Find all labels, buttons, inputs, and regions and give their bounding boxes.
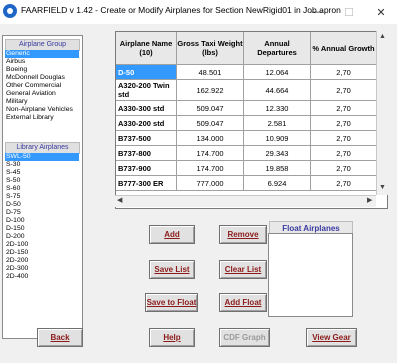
library-airplane-item[interactable]: S-45 [5, 169, 79, 177]
library-airplane-item[interactable]: D-150 [5, 225, 79, 233]
table-cell-departures[interactable]: 12.330 [244, 101, 311, 116]
airplane-group-item[interactable]: Boeing [5, 66, 79, 74]
column-header: % Annual Growth [311, 32, 377, 65]
airplane-group-item[interactable]: Military [5, 98, 79, 106]
library-airplane-item[interactable]: D-200 [5, 233, 79, 241]
close-button[interactable]: ✕ [365, 0, 397, 24]
save-list-button[interactable]: Save List [149, 260, 195, 279]
library-airplane-item[interactable]: S-75 [5, 193, 79, 201]
table-row-name[interactable]: A320-200 Twin std [116, 80, 177, 101]
airplane-group-item[interactable]: External Library [5, 114, 79, 122]
table-cell-growth[interactable]: 2,70 [311, 146, 377, 161]
table-cell-departures[interactable]: 12.064 [244, 65, 311, 80]
view-gear-button[interactable]: View Gear [306, 328, 357, 347]
remove-button[interactable]: Remove [219, 225, 267, 244]
table-row-name[interactable]: D-50 [116, 65, 177, 80]
scroll-right-icon[interactable]: ▶ [367, 197, 372, 205]
library-airplane-item[interactable]: D-50 [5, 201, 79, 209]
table-cell-departures[interactable]: 2.581 [244, 116, 311, 131]
float-airplanes-list[interactable] [268, 233, 353, 317]
table-cell-weight[interactable]: 509.047 [177, 116, 244, 131]
table-cell-weight[interactable]: 162.922 [177, 80, 244, 101]
table-cell-growth[interactable]: 2,70 [311, 116, 377, 131]
clear-list-button[interactable]: Clear List [219, 260, 267, 279]
table-vertical-scrollbar[interactable]: ▲ ▼ [376, 31, 388, 195]
table-horizontal-scrollbar[interactable]: ◀ ▶ [115, 195, 376, 207]
table-cell-weight[interactable]: 509.047 [177, 101, 244, 116]
column-header: Gross Taxi Weight (lbs) [177, 32, 244, 65]
help-button[interactable]: Help [149, 328, 195, 347]
add-button[interactable]: Add [149, 225, 195, 244]
library-airplane-item[interactable]: 2D-300 [5, 265, 79, 273]
table-cell-growth[interactable]: 2,70 [311, 131, 377, 146]
airplane-group-item[interactable]: McDonnell Douglas [5, 74, 79, 82]
airplane-group-item[interactable]: General Aviation [5, 90, 79, 98]
table-cell-departures[interactable]: 29.343 [244, 146, 311, 161]
table-cell-departures[interactable]: 19.858 [244, 161, 311, 176]
table-cell-weight[interactable]: 134.000 [177, 131, 244, 146]
table-cell-growth[interactable]: 2,70 [311, 176, 377, 191]
title-bar: FAARFIELD v 1.42 - Create or Modify Airp… [0, 0, 397, 24]
table-cell-growth[interactable]: 2,70 [311, 161, 377, 176]
table-row-name[interactable]: B737-500 [116, 131, 177, 146]
table-cell-weight[interactable]: 48.501 [177, 65, 244, 80]
table-cell-weight[interactable]: 777.000 [177, 176, 244, 191]
library-airplane-item[interactable]: 2D-200 [5, 257, 79, 265]
airplane-group-item[interactable]: Other Commercial [5, 82, 79, 90]
scroll-down-icon[interactable]: ▼ [379, 184, 386, 192]
table-cell-departures[interactable]: 6.924 [244, 176, 311, 191]
library-airplane-item[interactable]: 2D-400 [5, 273, 79, 281]
table-row-name[interactable]: B737-800 [116, 146, 177, 161]
library-airplane-item[interactable]: S-30 [5, 161, 79, 169]
scroll-left-icon[interactable]: ◀ [117, 197, 122, 205]
table-cell-departures[interactable]: 44.664 [244, 80, 311, 101]
library-airplane-item[interactable]: S-60 [5, 185, 79, 193]
airplane-group-item[interactable]: Non-Airplane Vehicles [5, 106, 79, 114]
cdf-graph-button[interactable]: CDF Graph [219, 328, 270, 347]
library-airplane-item[interactable]: SWL-50 [5, 153, 79, 161]
window-title: FAARFIELD v 1.42 - Create or Modify Airp… [21, 5, 341, 15]
column-header: Annual Departures [244, 32, 311, 65]
library-airplane-item[interactable]: 2D-100 [5, 241, 79, 249]
table-row-name[interactable]: B777-300 ER [116, 176, 177, 191]
table-row-name[interactable]: A330-300 std [116, 101, 177, 116]
airplane-group-item[interactable]: Airbus [5, 58, 79, 66]
table-cell-growth[interactable]: 2,70 [311, 65, 377, 80]
table-cell-weight[interactable]: 174.700 [177, 161, 244, 176]
column-header: Airplane Name (10) [116, 32, 177, 65]
airplane-table: Airplane Name (10) Gross Taxi Weight (lbs… [115, 31, 388, 209]
table-cell-growth[interactable]: 2,70 [311, 80, 377, 101]
library-airplane-item[interactable]: D-100 [5, 217, 79, 225]
table-row-name[interactable]: B737-900 [116, 161, 177, 176]
app-icon [3, 4, 17, 18]
library-airplane-item[interactable]: S-50 [5, 177, 79, 185]
maximize-button[interactable]: ☐ [333, 0, 365, 24]
table-cell-departures[interactable]: 10.909 [244, 131, 311, 146]
airplane-group-item[interactable]: Generic [5, 50, 79, 58]
scroll-up-icon[interactable]: ▲ [379, 33, 386, 41]
save-to-float-button[interactable]: Save to Float [145, 293, 198, 312]
table-row-name[interactable]: A330-200 std [116, 116, 177, 131]
table-cell-growth[interactable]: 2,70 [311, 101, 377, 116]
minimize-button[interactable]: — [301, 0, 333, 24]
library-airplane-item[interactable]: D-75 [5, 209, 79, 217]
table-cell-weight[interactable]: 174.700 [177, 146, 244, 161]
back-button[interactable]: Back [37, 328, 83, 347]
add-float-button[interactable]: Add Float [219, 293, 267, 312]
library-airplane-item[interactable]: 2D-150 [5, 249, 79, 257]
